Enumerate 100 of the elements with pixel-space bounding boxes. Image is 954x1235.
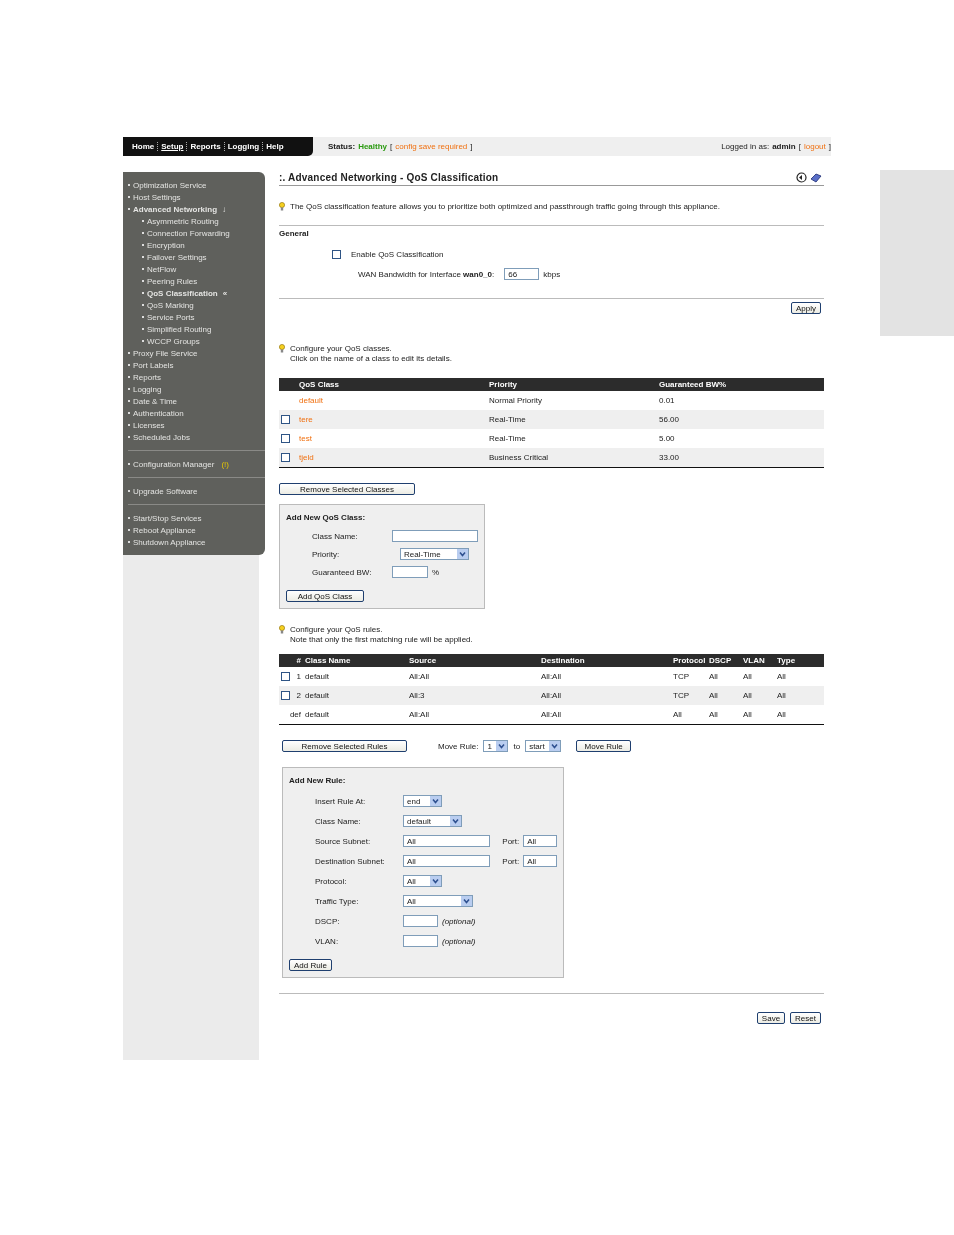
field-label: Class Name: (311, 531, 359, 541)
class-link[interactable]: test (299, 434, 312, 443)
sidebar-item[interactable]: Authentication (128, 407, 265, 419)
sidebar-item[interactable]: Logging (128, 383, 265, 395)
dropdown[interactable]: end (403, 795, 442, 807)
field-label: VLAN: (314, 936, 340, 946)
sidebar-item[interactable]: Configuration Manager (!) (128, 458, 265, 470)
caret-icon (496, 741, 508, 751)
sidebar-item[interactable]: Connection Forwarding (128, 227, 265, 239)
input-field[interactable]: 66 (504, 268, 540, 280)
table-cell: All (709, 710, 718, 719)
sidebar-item[interactable]: QoS Marking (128, 299, 265, 311)
checkbox[interactable] (332, 249, 341, 259)
dropdown[interactable]: 1 (483, 740, 509, 752)
sidebar-item[interactable]: Date & Time (128, 395, 265, 407)
sidebar-item[interactable]: Port Labels (128, 359, 265, 371)
checkbox[interactable] (281, 691, 290, 700)
checkbox[interactable] (281, 453, 290, 462)
nav-link[interactable]: Home (129, 142, 158, 151)
sidebar-item[interactable]: QoS Classification « (128, 287, 265, 299)
sidebar-item[interactable]: Peering Rules (128, 275, 265, 287)
table-cell: Real-Time (489, 415, 526, 424)
table-cell: Business Critical (489, 453, 549, 462)
field-label: to (513, 741, 521, 751)
checkbox[interactable] (281, 672, 290, 681)
dropdown[interactable]: default (403, 815, 462, 827)
input-field[interactable]: All (403, 855, 491, 867)
panel-heading: Add New QoS Class: (286, 513, 366, 522)
dropdown[interactable]: All (403, 895, 473, 907)
table-cell: Normal Priority (489, 396, 542, 405)
nav-link[interactable]: Help (263, 142, 287, 151)
field-label: WAN Bandwidth for Interface wan0_0: (358, 269, 495, 279)
user-name: admin (772, 142, 796, 151)
table-cell: 56.00 (659, 415, 680, 424)
field-label: Source Subnet: (314, 836, 372, 846)
table-cell: All:All (541, 710, 561, 719)
input-field[interactable] (392, 566, 428, 578)
tip-text: The QoS classification feature allows you to prioritize both optimized and passthrough traffic going through this appliance. (290, 202, 720, 212)
nav-link[interactable]: Logging (224, 142, 263, 151)
lightbulb-icon (279, 202, 285, 211)
footer-button[interactable]: Reset (790, 1012, 821, 1024)
sidebar-item[interactable]: Shutdown Appliance (128, 536, 265, 548)
input-field[interactable] (392, 530, 478, 542)
footer-button[interactable]: Save (756, 1012, 786, 1024)
sidebar-item[interactable]: Proxy File Service (128, 347, 265, 359)
nav-link[interactable]: Setup (158, 142, 187, 151)
field-label: Traffic Type: (314, 896, 360, 906)
caret-icon (461, 896, 472, 906)
table-cell: Real-Time (489, 434, 526, 443)
nav-link[interactable]: Reports (187, 142, 224, 151)
input-field[interactable]: All (403, 835, 491, 847)
sidebar-item[interactable]: Start/Stop Services (128, 512, 265, 524)
checkbox[interactable] (281, 415, 290, 424)
caret-icon (430, 876, 441, 886)
input-field[interactable]: All (523, 855, 557, 867)
bracket: [ (390, 142, 393, 151)
table-cell: All (709, 672, 718, 681)
sidebar-item[interactable]: WCCP Groups (128, 335, 265, 347)
sidebar-item[interactable]: Reboot Appliance (128, 524, 265, 536)
dropdown[interactable]: All (403, 875, 442, 887)
sidebar-item[interactable]: Service Ports (128, 311, 265, 323)
hint-text: (optional) (442, 936, 476, 946)
input-field[interactable]: All (523, 835, 557, 847)
remove-rules-button[interactable]: Remove Selected Rules (282, 740, 407, 752)
sidebar-item[interactable]: Upgrade Software (128, 485, 265, 497)
refresh-icon[interactable] (796, 172, 807, 183)
sidebar-item[interactable]: Advanced Networking ↓ (128, 203, 265, 215)
apply-button[interactable]: Apply (791, 302, 821, 314)
table-cell: 1 (296, 672, 301, 681)
column-header: Type (776, 656, 797, 665)
move-rule-button[interactable]: Move Rule (576, 740, 632, 752)
sidebar-item[interactable]: NetFlow (128, 263, 265, 275)
bracket: ] (828, 142, 831, 151)
sidebar-item[interactable]: Failover Settings (128, 251, 265, 263)
input-field[interactable] (403, 915, 438, 927)
add-rule-button[interactable]: Add Rule (289, 959, 332, 971)
add-class-button[interactable]: Add QoS Class (286, 590, 364, 602)
sidebar-item[interactable]: Encryption (128, 239, 265, 251)
book-icon[interactable] (810, 172, 822, 183)
dropdown[interactable]: Real-Time (400, 548, 469, 560)
bracket: [ (798, 142, 801, 151)
sidebar-item[interactable]: Optimization Service (128, 179, 265, 191)
field-label: Priority: (311, 549, 341, 559)
table-cell: All:3 (409, 691, 425, 700)
class-link[interactable]: default (299, 396, 324, 405)
sidebar-item[interactable]: Asymmetric Routing (128, 215, 265, 227)
sidebar-item[interactable]: Reports (128, 371, 265, 383)
sidebar-item[interactable]: Host Settings (128, 191, 265, 203)
sidebar-item[interactable]: Scheduled Jobs (128, 431, 265, 443)
field-label: Port: (502, 856, 520, 866)
sidebar-item[interactable]: Simplified Routing (128, 323, 265, 335)
dropdown[interactable]: start (525, 740, 562, 752)
field-label: Port: (502, 836, 520, 846)
checkbox[interactable] (281, 434, 290, 443)
remove-classes-button[interactable]: Remove Selected Classes (279, 483, 415, 495)
sidebar-item[interactable]: Licenses (128, 419, 265, 431)
column-header: Priority (488, 380, 518, 389)
input-field[interactable] (403, 935, 438, 947)
table-cell: All (709, 691, 718, 700)
table-cell: 0.01 (659, 396, 675, 405)
